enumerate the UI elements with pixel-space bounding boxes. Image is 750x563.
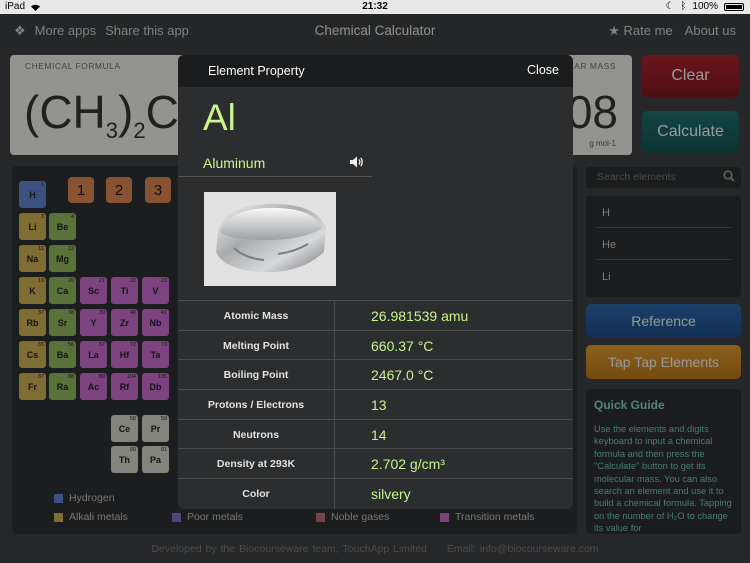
property-row: Protons / Electrons 13 — [178, 389, 573, 419]
element-symbol: Al — [203, 97, 236, 138]
speaker-icon[interactable] — [348, 154, 364, 170]
property-label: Boiling Point — [223, 369, 289, 382]
property-row: Melting Point 660.37 °C — [178, 329, 573, 360]
property-value: 13 — [371, 397, 387, 414]
property-value: 660.37 °C — [371, 337, 434, 354]
status-time: 21:32 — [362, 1, 388, 12]
property-value: 14 — [371, 426, 387, 443]
element-photo — [204, 192, 336, 286]
bluetooth-icon: ᛒ — [680, 1, 687, 12]
name-underline — [178, 176, 372, 177]
status-right: ☾ ᛒ 100% — [665, 1, 744, 12]
property-label: Atomic Mass — [223, 310, 289, 322]
property-label: Protons / Electrons — [207, 399, 305, 412]
property-label: Color — [242, 488, 270, 501]
property-value: 26.981539 amu — [371, 308, 469, 324]
property-row: Density at 293K 2.702 g/cm³ — [178, 448, 573, 478]
property-label: Density at 293K — [216, 458, 296, 471]
moon-icon: ☾ — [665, 1, 675, 12]
property-value: silvery — [371, 486, 411, 503]
aluminum-sample-image — [204, 192, 336, 286]
property-row: Neutrons 14 — [178, 418, 573, 449]
property-value: 2.702 g/cm³ — [371, 456, 445, 473]
property-label: Neutrons — [232, 428, 280, 441]
battery-percent: 100% — [692, 1, 718, 12]
dialog-title: Element Property — [208, 64, 305, 78]
property-value: 2467.0 °C — [371, 367, 434, 384]
property-table: Atomic Mass 26.981539 amu Melting Point 660… — [178, 300, 573, 508]
property-label: Melting Point — [223, 339, 289, 352]
close-button[interactable]: Close — [527, 63, 559, 77]
property-row: Atomic Mass 26.981539 amu — [178, 300, 573, 330]
element-property-dialog: Element Property Close Al Aluminum Atomi… — [178, 55, 573, 509]
element-name: Aluminum — [203, 155, 266, 171]
dialog-header: Element Property Close — [178, 55, 573, 87]
status-bar: iPad 21:32 ☾ ᛒ 100% — [0, 0, 750, 14]
property-row: Boiling Point 2467.0 °C — [178, 359, 573, 389]
property-row: Color silvery — [178, 478, 573, 508]
battery-icon — [724, 2, 744, 11]
